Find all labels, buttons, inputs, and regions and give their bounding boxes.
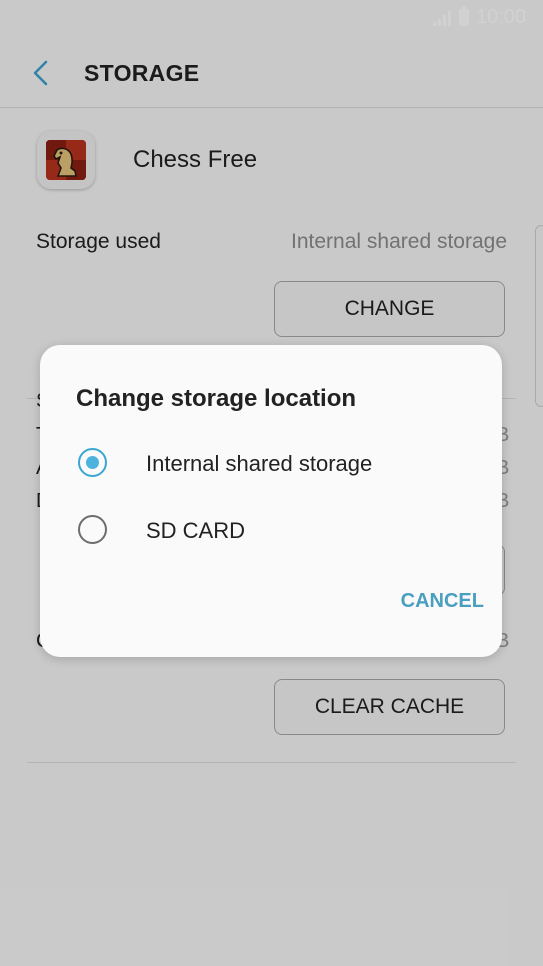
option-label: Internal shared storage	[146, 451, 373, 476]
cancel-button[interactable]: CANCEL	[374, 590, 484, 622]
option-sd-card[interactable]: SD CARD	[40, 502, 502, 562]
option-internal-storage[interactable]: Internal shared storage	[40, 435, 502, 495]
dialog-title: Change storage location	[76, 385, 357, 412]
storage-location-dialog: Change storage location Internal shared …	[40, 345, 502, 657]
radio-dot	[86, 456, 99, 469]
radio-unselected-icon[interactable]	[78, 515, 107, 544]
option-label: SD CARD	[146, 518, 246, 543]
radio-selected-icon[interactable]	[78, 448, 107, 477]
